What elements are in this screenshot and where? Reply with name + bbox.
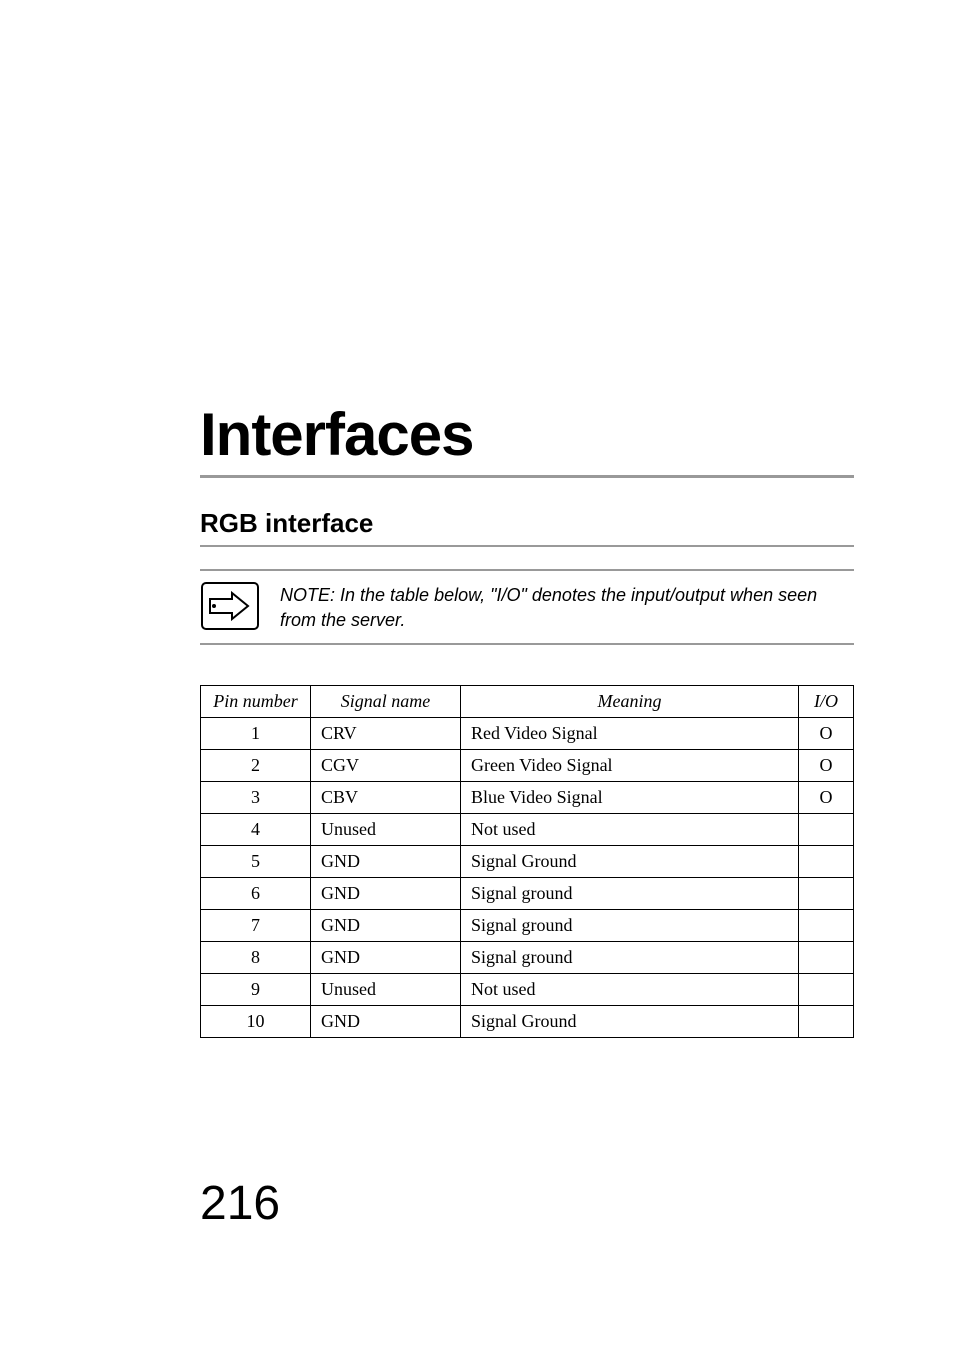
chapter-title: Interfaces xyxy=(200,400,854,469)
title-divider xyxy=(200,475,854,478)
cell-meaning: Signal ground xyxy=(461,942,799,974)
cell-pin: 3 xyxy=(201,782,311,814)
cell-signal: Unused xyxy=(311,814,461,846)
pointing-hand-icon xyxy=(200,581,260,631)
cell-meaning: Not used xyxy=(461,814,799,846)
subtitle-divider xyxy=(200,545,854,547)
cell-signal: CBV xyxy=(311,782,461,814)
cell-meaning: Signal Ground xyxy=(461,846,799,878)
cell-meaning: Red Video Signal xyxy=(461,718,799,750)
table-row: 2 CGV Green Video Signal O xyxy=(201,750,854,782)
cell-signal: GND xyxy=(311,910,461,942)
cell-io: O xyxy=(799,750,854,782)
cell-io xyxy=(799,910,854,942)
pinout-table: Pin number Signal name Meaning I/O 1 CRV… xyxy=(200,685,854,1038)
section-heading: RGB interface xyxy=(200,508,854,539)
cell-signal: GND xyxy=(311,942,461,974)
cell-signal: GND xyxy=(311,878,461,910)
cell-pin: 1 xyxy=(201,718,311,750)
cell-signal: Unused xyxy=(311,974,461,1006)
cell-meaning: Not used xyxy=(461,974,799,1006)
cell-meaning: Green Video Signal xyxy=(461,750,799,782)
cell-io: O xyxy=(799,782,854,814)
table-row: 5 GND Signal Ground xyxy=(201,846,854,878)
cell-pin: 6 xyxy=(201,878,311,910)
cell-signal: GND xyxy=(311,1006,461,1038)
cell-pin: 9 xyxy=(201,974,311,1006)
cell-pin: 8 xyxy=(201,942,311,974)
cell-meaning: Signal Ground xyxy=(461,1006,799,1038)
table-row: 9 Unused Not used xyxy=(201,974,854,1006)
cell-pin: 5 xyxy=(201,846,311,878)
table-row: 3 CBV Blue Video Signal O xyxy=(201,782,854,814)
cell-io xyxy=(799,942,854,974)
cell-signal: GND xyxy=(311,846,461,878)
table-row: 8 GND Signal ground xyxy=(201,942,854,974)
cell-signal: CRV xyxy=(311,718,461,750)
cell-io xyxy=(799,974,854,1006)
cell-pin: 2 xyxy=(201,750,311,782)
cell-meaning: Blue Video Signal xyxy=(461,782,799,814)
cell-pin: 10 xyxy=(201,1006,311,1038)
cell-io xyxy=(799,814,854,846)
header-pin-number: Pin number xyxy=(201,686,311,718)
cell-io xyxy=(799,878,854,910)
cell-signal: CGV xyxy=(311,750,461,782)
cell-io: O xyxy=(799,718,854,750)
table-row: 10 GND Signal Ground xyxy=(201,1006,854,1038)
header-signal-name: Signal name xyxy=(311,686,461,718)
cell-io xyxy=(799,846,854,878)
table-row: 7 GND Signal ground xyxy=(201,910,854,942)
table-row: 1 CRV Red Video Signal O xyxy=(201,718,854,750)
note-text: NOTE: In the table below, "I/O" denotes … xyxy=(280,581,854,633)
header-meaning: Meaning xyxy=(461,686,799,718)
table-row: 4 Unused Not used xyxy=(201,814,854,846)
cell-pin: 4 xyxy=(201,814,311,846)
page-number: 216 xyxy=(200,1176,280,1231)
table-row: 6 GND Signal ground xyxy=(201,878,854,910)
header-io: I/O xyxy=(799,686,854,718)
note-box: NOTE: In the table below, "I/O" denotes … xyxy=(200,569,854,645)
cell-pin: 7 xyxy=(201,910,311,942)
cell-io xyxy=(799,1006,854,1038)
table-header-row: Pin number Signal name Meaning I/O xyxy=(201,686,854,718)
cell-meaning: Signal ground xyxy=(461,910,799,942)
cell-meaning: Signal ground xyxy=(461,878,799,910)
